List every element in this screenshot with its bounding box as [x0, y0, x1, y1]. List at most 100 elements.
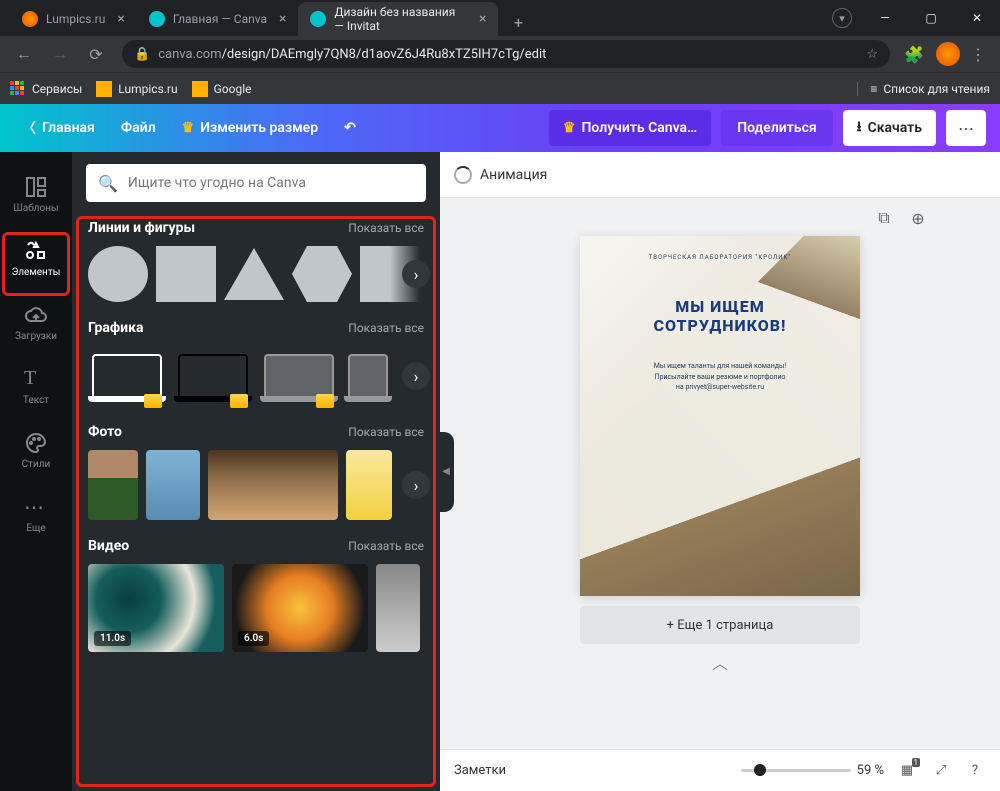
- pro-badge-icon: [230, 394, 248, 408]
- show-all-link[interactable]: Показать все: [348, 425, 424, 439]
- rail-label: Еще: [26, 523, 45, 534]
- search-input[interactable]: 🔍: [86, 164, 426, 202]
- shape-hexagon[interactable]: [292, 246, 352, 302]
- shape-triangle[interactable]: [224, 248, 284, 300]
- account-indicator-icon[interactable]: ▾: [832, 8, 852, 28]
- zoom-slider[interactable]: [741, 769, 851, 772]
- crown-icon: ♛: [563, 120, 576, 136]
- scroll-right-button[interactable]: ›: [402, 362, 430, 390]
- cloud-upload-icon: [24, 303, 48, 327]
- url-path: /design/DAEmgly7QN8/d1aovZ6J4Ru8xTZ5IH7c…: [222, 47, 547, 62]
- notes-button[interactable]: Заметки: [454, 763, 506, 778]
- graphic-laptop-outline[interactable]: [88, 346, 166, 406]
- show-all-link[interactable]: Показать все: [348, 321, 424, 335]
- bookmark-services[interactable]: Сервисы: [10, 81, 82, 97]
- rail-elements[interactable]: Элементы: [0, 226, 72, 290]
- show-all-link[interactable]: Показать все: [348, 539, 424, 553]
- reading-list-button[interactable]: ≡Список для чтения: [857, 82, 990, 96]
- reload-button[interactable]: ⟳: [80, 38, 112, 70]
- add-page-button[interactable]: ⊕: [906, 206, 930, 230]
- header-more-button[interactable]: ⋯: [946, 110, 986, 146]
- video-thumb[interactable]: 6.0s: [232, 564, 368, 652]
- tab-close-icon[interactable]: ×: [279, 11, 286, 27]
- page-strip-toggle[interactable]: ︿: [700, 650, 740, 664]
- fullscreen-button[interactable]: ⤢: [930, 760, 952, 782]
- photo-thumb[interactable]: [88, 450, 138, 520]
- show-all-link[interactable]: Показать все: [348, 221, 424, 235]
- undo-icon: ↶: [344, 120, 356, 136]
- scroll-right-button[interactable]: ›: [402, 260, 430, 288]
- canvas-stage[interactable]: ⧉ ⊕ ТВОРЧЕСКАЯ ЛАБОРАТОРИЯ "КРОЛИК" МЫ И…: [440, 198, 1000, 749]
- rail-more[interactable]: ⋯Еще: [0, 482, 72, 546]
- profile-avatar[interactable]: [936, 42, 960, 66]
- photo-thumb[interactable]: [208, 450, 338, 520]
- graphic-laptop-grey[interactable]: [260, 346, 338, 406]
- maximize-button[interactable]: ▢: [908, 0, 954, 36]
- chevron-left-icon: 〈: [22, 118, 36, 138]
- section-title: Видео: [88, 538, 129, 554]
- rail-templates[interactable]: Шаблоны: [0, 162, 72, 226]
- new-tab-button[interactable]: +: [504, 8, 532, 36]
- shape-square[interactable]: [156, 246, 216, 302]
- rail-text[interactable]: TТекст: [0, 354, 72, 418]
- download-button[interactable]: ⭳Скачать: [843, 110, 936, 146]
- graphic-laptop-dark[interactable]: [174, 346, 252, 406]
- section-photo: ФотоПоказать все ›: [88, 424, 424, 520]
- animation-button[interactable]: Анимация: [454, 166, 547, 184]
- rail-label: Загрузки: [15, 331, 57, 342]
- tab-close-icon[interactable]: ×: [117, 11, 124, 27]
- file-menu[interactable]: Файл: [113, 114, 164, 142]
- duplicate-page-button[interactable]: ⧉: [872, 206, 896, 230]
- browser-menu-icon[interactable]: ⋮: [964, 40, 992, 68]
- app-header: 〈Главная Файл ♛Изменить размер ↶ ♛ Получи…: [0, 104, 1000, 152]
- scroll-right-button[interactable]: ›: [402, 471, 430, 499]
- bookmark-label: Google: [214, 82, 252, 96]
- graphic-laptop-partial[interactable]: [346, 346, 390, 406]
- tab-close-icon[interactable]: ×: [479, 11, 486, 27]
- add-page-bar[interactable]: + Еще 1 страница: [580, 606, 860, 644]
- rail-styles[interactable]: Стили: [0, 418, 72, 482]
- folder-icon: [96, 81, 112, 97]
- pro-badge-icon: [144, 394, 162, 408]
- minimize-button[interactable]: ―: [862, 0, 908, 36]
- tab-canva-home[interactable]: Главная — Canva ×: [137, 2, 299, 36]
- help-button[interactable]: ?: [964, 760, 986, 782]
- video-duration: 11.0s: [94, 631, 131, 646]
- close-window-button[interactable]: ✕: [954, 0, 1000, 36]
- shape-circle[interactable]: [88, 246, 148, 302]
- file-label: Файл: [121, 120, 156, 136]
- bottom-bar: Заметки 59 % ▦1 ⤢ ?: [440, 749, 1000, 791]
- design-page[interactable]: ТВОРЧЕСКАЯ ЛАБОРАТОРИЯ "КРОЛИК" МЫ ИЩЕМС…: [580, 236, 860, 596]
- slider-thumb[interactable]: [754, 764, 766, 776]
- page-manager-button[interactable]: ▦1: [896, 760, 918, 782]
- photo-thumb[interactable]: [146, 450, 200, 520]
- bookmark-star-icon[interactable]: ☆: [866, 47, 878, 62]
- bookmark-google[interactable]: Google: [192, 81, 252, 97]
- extensions-icon[interactable]: 🧩: [900, 40, 928, 68]
- apps-icon: [10, 81, 26, 97]
- video-duration: 6.0s: [238, 631, 269, 646]
- forward-button[interactable]: →: [44, 38, 76, 70]
- get-pro-button[interactable]: ♛ Получить Canva…: [549, 110, 711, 146]
- get-pro-label: Получить Canva…: [581, 120, 697, 136]
- video-thumb[interactable]: [376, 564, 420, 652]
- tab-canva-design[interactable]: Дизайн без названия — Invitat ×: [298, 2, 498, 36]
- undo-button[interactable]: ↶: [336, 114, 364, 142]
- search-field[interactable]: [128, 175, 414, 191]
- video-thumb[interactable]: 11.0s: [88, 564, 224, 652]
- notes-label: Заметки: [454, 763, 506, 778]
- resize-button[interactable]: ♛Изменить размер: [174, 114, 326, 142]
- search-icon: 🔍: [98, 174, 118, 193]
- page-headline: СОТРУДНИКОВ!: [654, 316, 787, 335]
- page-count-badge: 1: [912, 758, 921, 767]
- tab-lumpics[interactable]: Lumpics.ru ×: [10, 2, 137, 36]
- address-bar[interactable]: 🔒 canva.com/design/DAEmgly7QN8/d1aovZ6J4…: [122, 40, 890, 68]
- back-button[interactable]: ←: [8, 38, 40, 70]
- home-button[interactable]: 〈Главная: [14, 112, 103, 144]
- rail-uploads[interactable]: Загрузки: [0, 290, 72, 354]
- bookmark-lumpics[interactable]: Lumpics.ru: [96, 81, 177, 97]
- photo-thumb[interactable]: [346, 450, 392, 520]
- share-button[interactable]: Поделиться: [721, 110, 832, 146]
- favicon-icon: [149, 11, 165, 27]
- animation-icon: [454, 166, 472, 184]
